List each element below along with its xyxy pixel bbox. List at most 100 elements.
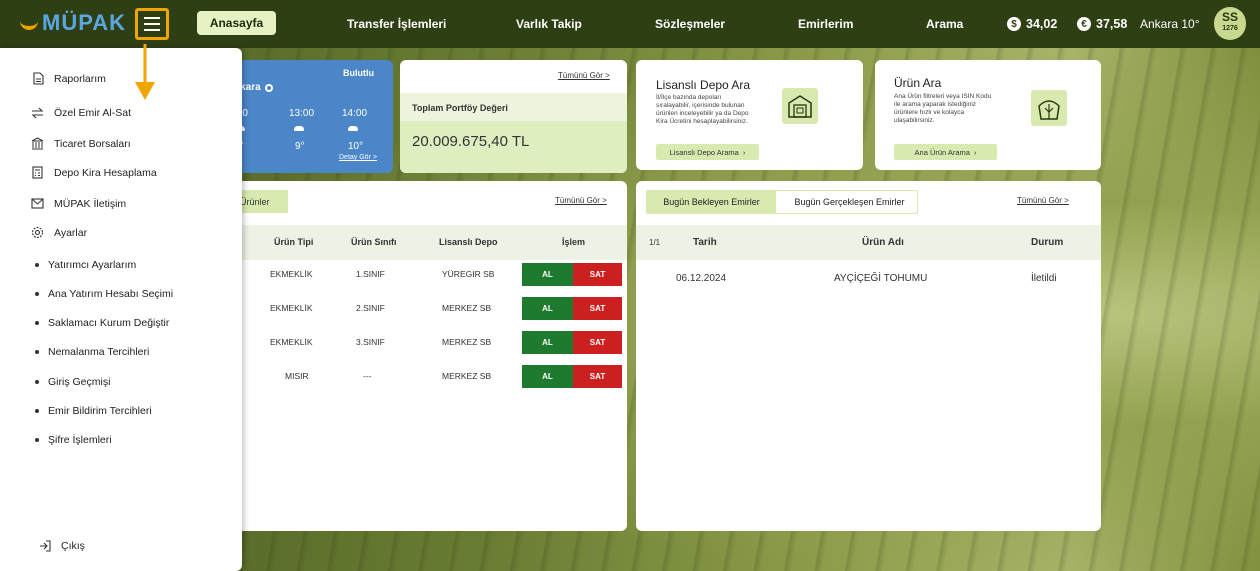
bullet (35, 292, 39, 296)
submenu-label: Ana Yatırım Hesabı Seçimi (48, 288, 174, 300)
portfolio-label: Toplam Portföy Değeri (400, 93, 627, 121)
sell-button[interactable]: SAT (573, 297, 622, 320)
row-depo: MERKEZ SB (442, 371, 492, 381)
depo-search-button[interactable]: Lisanslı Depo Arama › (656, 144, 759, 160)
portfolio-card: Tümünü Gör > Toplam Portföy Değeri 20.00… (400, 60, 627, 173)
calculator-icon (31, 166, 44, 179)
user-avatar[interactable]: SS 1276 (1214, 7, 1246, 40)
sell-button[interactable]: SAT (573, 365, 622, 388)
nav-arama[interactable]: Arama (926, 17, 963, 31)
submenu-item-yatirimci-ayarlarim[interactable]: Yatırımcı Ayarlarım (35, 259, 136, 271)
weather-card: Bulutlu nkara :00 13:00 14:00 9° 9° 10° … (232, 60, 393, 173)
submenu-item-sifre-islemleri[interactable]: Şifre İşlemleri (35, 434, 112, 446)
sidebar-item-ayarlar[interactable]: Ayarlar (31, 226, 87, 239)
portfolio-view-all-link[interactable]: Tümünü Gör > (558, 71, 610, 80)
orders-view-all-link[interactable]: Tümünü Gör > (1017, 196, 1069, 205)
depo-search-card[interactable]: Lisanslı Depo Ara İl/İlçe bazında depola… (636, 60, 863, 170)
submenu-item-saklamaci-kurum[interactable]: Saklamacı Kurum Değiştir (35, 317, 169, 329)
submenu-label: Giriş Geçmişi (48, 376, 111, 388)
submenu-label: Saklamacı Kurum Değiştir (48, 317, 170, 329)
weather-hour-3: 14:00 (342, 108, 368, 119)
nav-transfer[interactable]: Transfer İşlemleri (347, 17, 446, 31)
cloud-icon (348, 126, 358, 131)
submenu-label: Yatırımcı Ayarlarım (48, 259, 137, 271)
sidebar-item-depo-kira[interactable]: Depo Kira Hesaplama (31, 166, 157, 179)
wheat-sack-icon (1031, 90, 1067, 126)
hamburger-menu-button[interactable] (135, 8, 169, 40)
buy-button[interactable]: AL (522, 365, 573, 388)
row-tip: EKMEKLİK (270, 269, 313, 279)
logout-icon (38, 539, 51, 552)
euro-icon: € (1077, 17, 1091, 31)
location-pin-icon (264, 83, 273, 92)
page-indicator: 1/1 (649, 238, 661, 247)
logout-button[interactable]: Çıkış (38, 539, 85, 552)
orders-card: Bugün Bekleyen Emirler Bugün Gerçekleşen… (636, 181, 1101, 531)
cloud-icon (294, 126, 304, 131)
logout-label: Çıkış (61, 539, 85, 552)
weather-hour-2: 13:00 (289, 108, 315, 119)
sidebar-item-label: Ayarlar (54, 226, 88, 239)
submenu-item-nemalanma[interactable]: Nemalanma Tercihleri (35, 346, 149, 358)
col-durum: Durum (1031, 237, 1064, 248)
bullet (35, 438, 39, 442)
row-depo: YÜREGIR SB (442, 269, 495, 279)
submenu-label: Şifre İşlemleri (48, 434, 112, 446)
sidebar-item-raporlarim[interactable]: Raporlarım (31, 72, 106, 85)
logo-text: MÜPAK (42, 10, 127, 35)
portfolio-value: 20.009.675,40 TL (400, 121, 627, 173)
submenu-item-giris-gecmisi[interactable]: Giriş Geçmişi (35, 376, 110, 388)
sidebar-item-iletisim[interactable]: MÜPAK İletişim (31, 197, 126, 210)
usd-value: 34,02 (1026, 17, 1058, 31)
depo-desc-line: İl/İlçe bazında depoları (656, 94, 722, 101)
row-sinif: 2.SINIF (356, 303, 385, 313)
buy-button[interactable]: AL (522, 331, 573, 354)
bullet (35, 321, 39, 325)
weather-temp-3: 10° (348, 141, 364, 152)
bank-building-icon (31, 137, 44, 150)
sidebar-item-ticaret-borsalari[interactable]: Ticaret Borsaları (31, 137, 131, 150)
product-desc-line: ulaşabilirsiniz. (894, 117, 935, 124)
sidebar-item-label: MÜPAK İletişim (54, 197, 127, 210)
nav-varlik-takip[interactable]: Varlık Takip (516, 17, 582, 31)
depo-desc-line: Kira Ücretini hesaplayabilirsiniz. (656, 118, 748, 125)
sell-button[interactable]: SAT (573, 263, 622, 286)
col-tarih: Tarih (693, 237, 717, 248)
bullet (35, 409, 39, 413)
weather-temp-2: 9° (295, 141, 305, 152)
row-tip: EKMEKLİK (270, 337, 313, 347)
submenu-item-emir-bildirim[interactable]: Emir Bildirim Tercihleri (35, 405, 152, 417)
product-desc-line: Ana Ürün filtreleri veya ISIN Kodu (894, 93, 992, 100)
buy-button[interactable]: AL (522, 263, 573, 286)
sidebar-item-label: Raporlarım (54, 72, 106, 85)
nav-sozlesmeler[interactable]: Sözleşmeler (655, 17, 725, 31)
sidebar-item-ozel-emir[interactable]: Özel Emir Al-Sat (31, 106, 131, 119)
product-search-card[interactable]: Ürün Ara Ana Ürün filtreleri veya ISIN K… (875, 60, 1101, 170)
product-search-button[interactable]: Ana Ürün Arama › (894, 144, 997, 160)
col-islem: İşlem (562, 237, 586, 247)
product-search-button-label: Ana Ürün Arama (914, 147, 970, 157)
buy-button[interactable]: AL (522, 297, 573, 320)
nav-emirlerim[interactable]: Emirlerim (798, 17, 853, 31)
tab-pending-orders[interactable]: Bugün Bekleyen Emirler (647, 191, 776, 213)
nav-home[interactable]: Anasayfa (197, 11, 276, 35)
col-urun-adi: Ürün Adı (862, 237, 904, 248)
tab-completed-orders[interactable]: Bugün Gerçekleşen Emirler (782, 191, 917, 213)
depo-desc-line: ürünleri inceleyebilir ya da Depo (656, 110, 749, 117)
row-sinif: 3.SINIF (356, 337, 385, 347)
mupak-logo[interactable]: MÜPAK (20, 10, 126, 36)
product-card-title: Ürün Ara (894, 76, 942, 90)
sell-button[interactable]: SAT (573, 331, 622, 354)
weather-detail-link[interactable]: Detay Gör > (339, 154, 377, 161)
order-status: İletildi (1031, 273, 1057, 284)
submenu-item-ana-yatirim-hesabi[interactable]: Ana Yatırım Hesabı Seçimi (35, 288, 173, 300)
row-tip: MISIR (285, 371, 309, 381)
chevron-right-icon: › (973, 147, 977, 157)
sidebar-item-label: Özel Emir Al-Sat (54, 106, 132, 119)
depo-card-desc: İl/İlçe bazında depoları sıralayabilir, … (656, 94, 749, 126)
avatar-initials: SS (1221, 10, 1238, 24)
products-view-all-link[interactable]: Tümünü Gör > (555, 196, 607, 205)
logo-swoosh-icon (20, 16, 38, 30)
depo-search-button-label: Lisanslı Depo Arama (669, 147, 739, 157)
products-card: Ürünler Tümünü Gör > Ürün Tipi Ürün Sını… (232, 181, 627, 531)
